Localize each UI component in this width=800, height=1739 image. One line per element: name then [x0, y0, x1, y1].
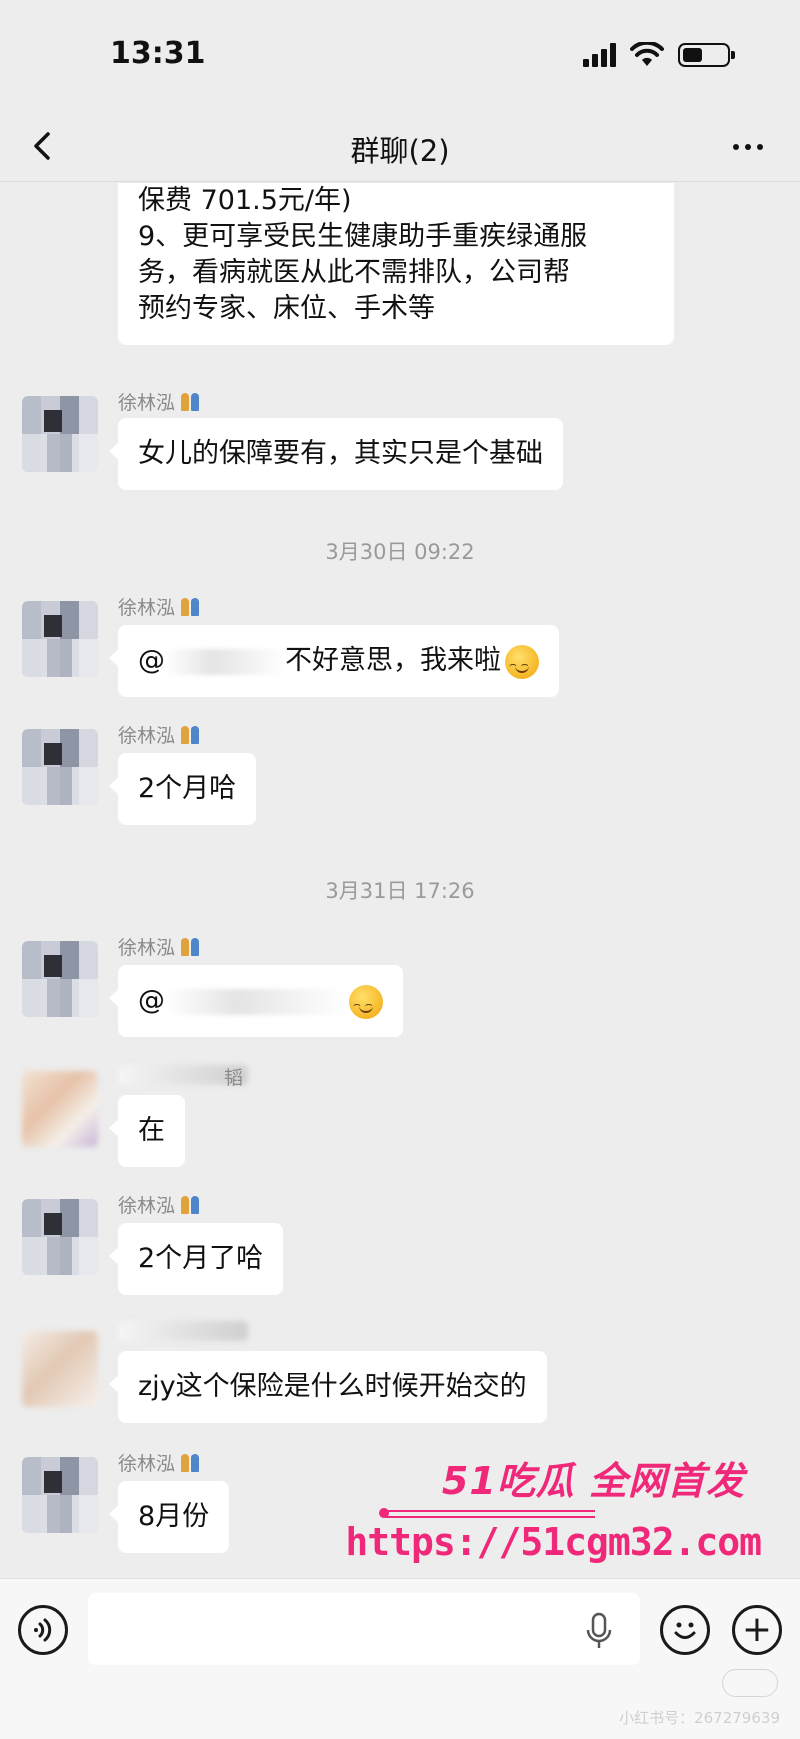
battery-icon [678, 43, 735, 67]
watermark-brand: 51吃瓜 全网首发 [441, 1459, 745, 1503]
message-bubble[interactable]: 保费 701.5元/年) 9、更可享受民生健康助手重疾绿通服 务，看病就医从此不… [118, 183, 674, 345]
people-icon [179, 596, 203, 618]
message-bubble[interactable]: @ 不好意思，我来啦 [109, 625, 559, 697]
sender-name: 徐林泓 [118, 1449, 203, 1476]
watermark: 51吃瓜 全网首发 https://51cgm32.com [345, 1450, 785, 1590]
message-line: 9、更可享受民生健康助手重疾绿通服 [138, 221, 588, 252]
message-bubble[interactable]: @ [109, 965, 403, 1037]
status-bar: 13:31 [0, 0, 800, 110]
message-bubble[interactable]: 2个月了哈 [108, 1223, 284, 1295]
signal-icon [583, 43, 616, 67]
sender-name: 徐林泓 [118, 593, 203, 620]
mic-icon[interactable] [584, 1611, 614, 1651]
message-line: 预约专家、床位、手术等 [138, 293, 435, 324]
emoji-icon [349, 984, 383, 1019]
avatar[interactable] [22, 1199, 98, 1275]
chat-area[interactable]: 保费 701.5元/年) 9、更可享受民生健康助手重疾绿通服 务，看病就医从此不… [0, 183, 800, 1578]
people-icon [179, 936, 203, 958]
emoji-button-icon[interactable] [660, 1605, 710, 1655]
watermark-logo [722, 1669, 778, 1697]
avatar[interactable] [22, 1457, 98, 1533]
sender-name-redacted [118, 1321, 248, 1341]
nav-bar: 群聊(2) [0, 110, 800, 182]
avatar[interactable] [22, 729, 98, 805]
avatar[interactable] [22, 396, 98, 472]
more-icon[interactable] [728, 132, 768, 162]
message-bubble[interactable]: 在 [109, 1095, 185, 1167]
watermark-small: 小红书号：267279639 [619, 1709, 780, 1727]
sender-name: 徐林泓 [118, 721, 203, 748]
status-time: 13:31 [110, 36, 206, 71]
timestamp: 3月30日 09:22 [325, 540, 475, 564]
sender-name: 徐林泓 [118, 933, 203, 960]
avatar[interactable] [22, 1071, 98, 1147]
watermark-decoration [385, 1510, 595, 1518]
people-icon [179, 391, 203, 413]
message-bubble[interactable]: 8月份 [108, 1481, 230, 1553]
sender-name: 韬 [224, 1067, 244, 1089]
avatar[interactable] [22, 941, 98, 1017]
message-bubble[interactable]: 女儿的保障要有，其实只是个基础 [109, 418, 563, 490]
redacted-mention [165, 648, 285, 675]
voice-icon[interactable] [18, 1605, 68, 1655]
sender-name: 徐林泓 [118, 388, 203, 415]
sender-name: 徐林泓 [118, 1191, 203, 1218]
timestamp: 3月31日 17:26 [325, 879, 475, 903]
people-icon [179, 724, 203, 746]
redacted-mention [165, 988, 345, 1015]
people-icon [179, 1194, 203, 1216]
message-bubble[interactable]: zjy这个保险是什么时候开始交的 [109, 1351, 547, 1423]
watermark-url: https://51cgm32.com [345, 1520, 762, 1564]
input-bar: + 小红书号：267279639 [0, 1578, 800, 1739]
message-input[interactable] [88, 1593, 640, 1665]
avatar[interactable] [22, 1331, 98, 1407]
emoji-icon [505, 644, 539, 679]
chat-title: 群聊(2) [350, 134, 450, 168]
message-line: 保费 701.5元/年) [138, 185, 352, 216]
status-icons [583, 42, 735, 68]
avatar[interactable] [22, 601, 98, 677]
message-bubble[interactable]: 2个月哈 [108, 753, 257, 825]
message-line: 务，看病就医从此不需排队，公司帮 [138, 257, 570, 288]
plus-icon[interactable]: + [732, 1605, 782, 1655]
wifi-icon [630, 42, 664, 66]
people-icon [179, 1452, 203, 1474]
